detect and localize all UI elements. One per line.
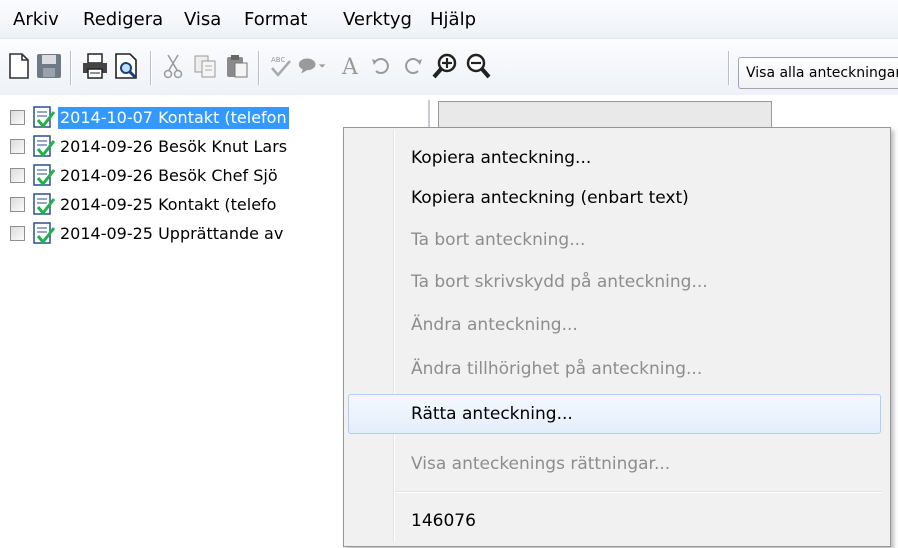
note-checked-icon — [32, 135, 56, 159]
svg-text:ABC: ABC — [271, 56, 285, 64]
menu-visa[interactable]: Visa — [184, 9, 221, 31]
menu-item-delete-note[interactable]: Ta bort anteckning... — [348, 220, 881, 260]
note-label: 2014-09-26 Besök Knut Lars — [60, 137, 288, 156]
menu-item-note-id[interactable]: 146076 — [348, 501, 881, 541]
menu-item-copy-note-text[interactable]: Kopiera anteckning (enbart text) — [348, 178, 881, 218]
note-checkbox[interactable] — [10, 197, 25, 212]
save-icon[interactable] — [34, 51, 64, 81]
menu-item-show-corrections[interactable]: Visa anteckenings rättningar... — [348, 444, 881, 484]
comment-icon[interactable] — [298, 51, 328, 81]
context-menu: Kopiera anteckning... Kopiera anteckning… — [343, 127, 891, 547]
menu-arkiv[interactable]: Arkiv — [13, 9, 59, 31]
splitter[interactable] — [428, 100, 430, 128]
cut-icon[interactable] — [158, 51, 188, 81]
toolbar: ABC A Visa alla anteckningar — [0, 39, 898, 95]
menu-item-change-affiliation[interactable]: Ändra tillhörighet på anteckning... — [348, 349, 881, 389]
note-checkbox[interactable] — [10, 139, 25, 154]
paste-icon[interactable] — [222, 51, 252, 81]
note-checked-icon — [32, 193, 56, 217]
font-icon[interactable]: A — [336, 51, 366, 81]
menu-item-correct-note[interactable]: Rätta anteckning... — [348, 394, 881, 434]
svg-text:A: A — [341, 55, 359, 79]
zoom-out-icon[interactable] — [463, 51, 493, 81]
zoom-in-icon[interactable] — [430, 51, 460, 81]
spellcheck-icon[interactable]: ABC — [266, 51, 296, 81]
menu-verktyg[interactable]: Verktyg — [343, 9, 412, 31]
note-checkbox[interactable] — [10, 226, 25, 241]
menu-item-copy-note[interactable]: Kopiera anteckning... — [348, 138, 881, 178]
menu-format[interactable]: Format — [244, 9, 307, 31]
menu-bar: Arkiv Redigera Visa Format Verktyg Hjälp — [0, 0, 898, 39]
note-checked-icon — [32, 222, 56, 246]
note-label: 2014-09-25 Upprättande av — [60, 224, 284, 243]
note-label: 2014-09-26 Besök Chef Sjö — [60, 166, 278, 185]
menu-item-remove-write-protection[interactable]: Ta bort skrivskydd på anteckning... — [348, 262, 881, 302]
menu-separator — [396, 491, 882, 493]
note-label: 2014-10-07 Kontakt (telefon — [58, 107, 289, 129]
redo-icon[interactable] — [398, 51, 428, 81]
undo-icon[interactable] — [366, 51, 396, 81]
print-icon[interactable] — [80, 51, 110, 81]
note-filter-select[interactable]: Visa alla anteckningar — [738, 57, 898, 89]
menu-item-edit-note[interactable]: Ändra anteckning... — [348, 305, 881, 345]
note-checkbox[interactable] — [10, 168, 25, 183]
menu-hjalp[interactable]: Hjälp — [430, 9, 476, 31]
copy-icon[interactable] — [190, 51, 220, 81]
note-label: 2014-09-25 Kontakt (telefo — [60, 195, 277, 214]
new-icon[interactable] — [4, 51, 34, 81]
print-preview-icon[interactable] — [112, 51, 142, 81]
note-checkbox[interactable] — [10, 110, 25, 125]
menu-redigera[interactable]: Redigera — [83, 9, 163, 31]
note-checked-icon — [32, 106, 56, 130]
note-checked-icon — [32, 164, 56, 188]
